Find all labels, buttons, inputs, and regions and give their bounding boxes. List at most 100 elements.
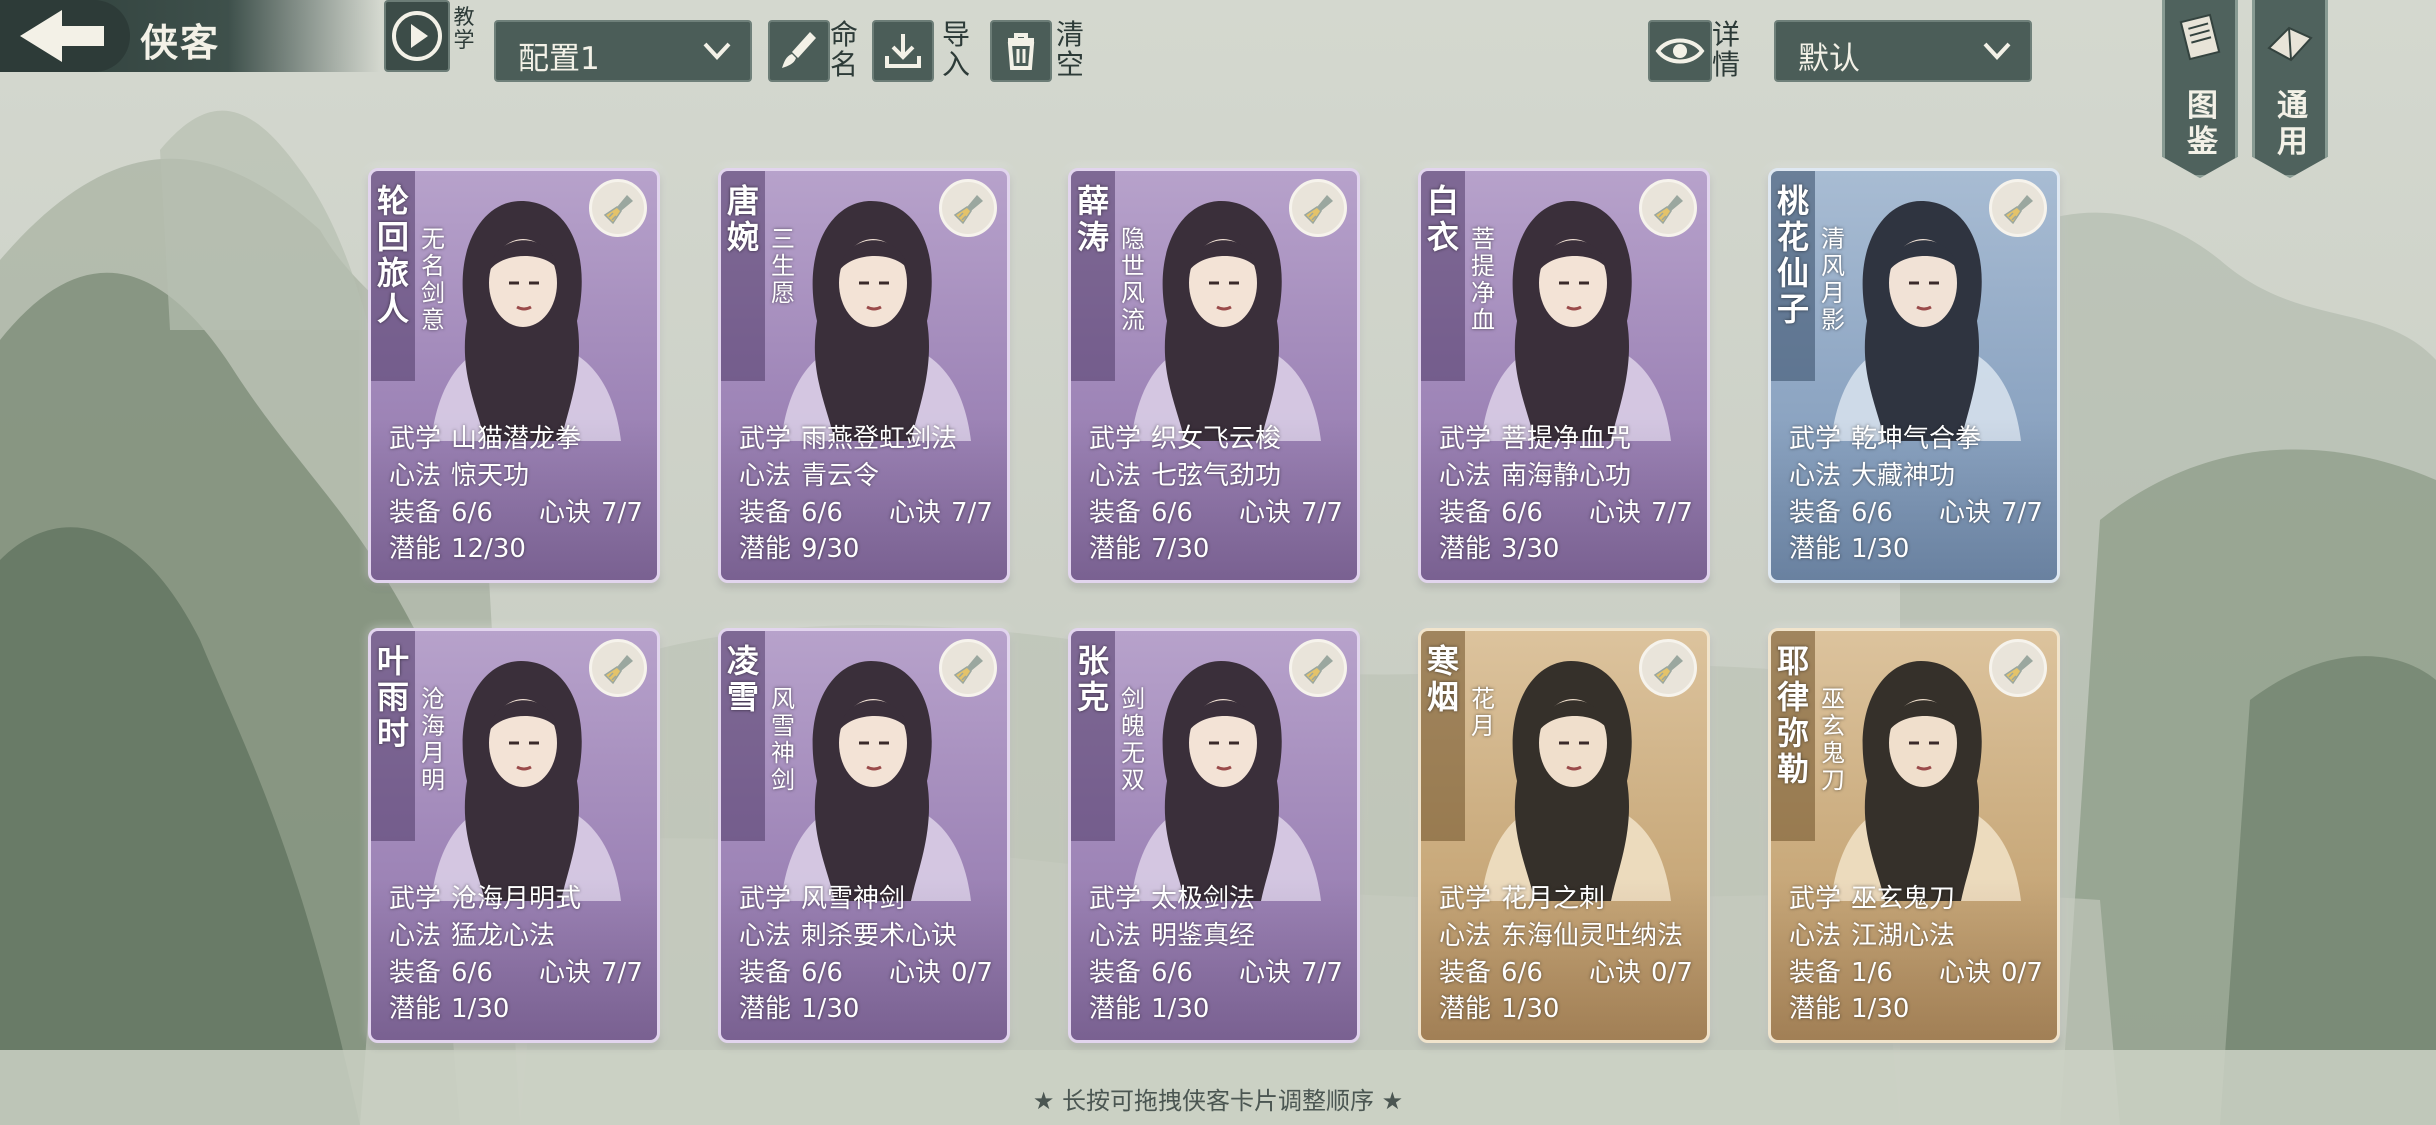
secret-row: 心诀 7/7 [539, 492, 643, 529]
martial-key: 武学 [1789, 884, 1842, 914]
clear-label: 清空 [1055, 18, 1084, 81]
scroll-icon [2179, 13, 2221, 61]
hero-card[interactable]: 唐婉 三生愿 武学 雨燕登虹剑法 心法 青云令 装备 6/6 心诀 7/7 潜能 9/30 [718, 168, 1010, 583]
martial-row: 武学 乾坤气合拳 [1789, 418, 1981, 455]
secret-row: 心诀 7/7 [1939, 492, 2043, 529]
secret-key: 心诀 [1239, 498, 1292, 528]
codex-tab[interactable]: 图鉴 [2162, 0, 2238, 178]
martial-row: 武学 花月之刺 [1439, 878, 1605, 915]
secret-value: 7/7 [1301, 958, 1343, 988]
equip-value: 1/6 [1851, 958, 1893, 988]
back-button[interactable] [0, 0, 130, 72]
equip-row: 装备 6/6 [389, 492, 493, 529]
secret-row: 心诀 0/7 [889, 952, 993, 989]
secret-row: 心诀 7/7 [889, 492, 993, 529]
unequip-button[interactable] [1639, 179, 1697, 237]
martial-key: 武学 [739, 884, 792, 914]
potential-value: 7/30 [1151, 534, 1210, 564]
equip-value: 6/6 [1501, 498, 1543, 528]
detail-button[interactable] [1648, 20, 1712, 82]
equip-row: 装备 6/6 [389, 952, 493, 989]
unequip-button[interactable] [1989, 639, 2047, 697]
martial-row: 武学 山猫潜龙拳 [389, 418, 581, 455]
secret-value: 7/7 [1651, 498, 1693, 528]
martial-value: 沧海月明式 [451, 884, 582, 914]
unequip-button[interactable] [589, 639, 647, 697]
sort-select[interactable]: 默认 [1774, 20, 2032, 82]
broom-icon [603, 195, 633, 225]
martial-row: 武学 织女飞云梭 [1089, 418, 1281, 455]
hero-stats: 武学 织女飞云梭 心法 七弦气劲功 装备 6/6 心诀 7/7 潜能 7/30 [1071, 418, 1357, 580]
hero-stats: 武学 巫玄鬼刀 心法 江湖心法 装备 1/6 心诀 0/7 潜能 1/30 [1771, 878, 2057, 1040]
hero-name: 薛涛 [1076, 182, 1109, 256]
mind-value: 猛龙心法 [451, 921, 556, 951]
mind-value: 明鉴真经 [1151, 921, 1256, 951]
mind-value: 青云令 [801, 461, 880, 491]
martial-row: 武学 风雪神剑 [739, 878, 905, 915]
equip-value: 6/6 [1501, 958, 1543, 988]
hero-card[interactable]: 白衣 菩提净血 武学 菩提净血咒 心法 南海静心功 装备 6/6 心诀 7/7 潜能 3/30 [1418, 168, 1710, 583]
equip-value: 6/6 [1851, 498, 1893, 528]
secret-row: 心诀 7/7 [1239, 952, 1343, 989]
hero-card[interactable]: 叶雨时 沧海月明 武学 沧海月明式 心法 猛龙心法 装备 6/6 心诀 7/7 潜能 1/30 [368, 628, 660, 1043]
hero-stats: 武学 沧海月明式 心法 猛龙心法 装备 6/6 心诀 7/7 潜能 1/30 [371, 878, 657, 1040]
hero-stats: 武学 太极剑法 心法 明鉴真经 装备 6/6 心诀 7/7 潜能 1/30 [1071, 878, 1357, 1040]
book-icon [2267, 26, 2313, 62]
hero-epithet: 菩提净血 [1471, 225, 1495, 334]
mind-row: 心法 江湖心法 [1789, 915, 1955, 952]
rename-button[interactable] [768, 20, 830, 82]
potential-key: 潜能 [1089, 994, 1142, 1024]
martial-value: 花月之刺 [1501, 884, 1606, 914]
martial-row: 武学 菩提净血咒 [1439, 418, 1631, 455]
mind-key: 心法 [389, 921, 442, 951]
potential-value: 1/30 [1851, 994, 1910, 1024]
import-button[interactable] [872, 20, 934, 82]
hero-card[interactable]: 张克 剑魄无双 武学 太极剑法 心法 明鉴真经 装备 6/6 心诀 7/7 潜能 1/30 [1068, 628, 1360, 1043]
clear-button[interactable] [990, 20, 1052, 82]
unequip-button[interactable] [939, 179, 997, 237]
equip-key: 装备 [1789, 958, 1842, 988]
unequip-button[interactable] [939, 639, 997, 697]
broom-icon [1303, 655, 1333, 685]
unequip-button[interactable] [1289, 639, 1347, 697]
hero-name: 白衣 [1426, 182, 1459, 256]
martial-value: 山猫潜龙拳 [451, 424, 582, 454]
general-label: 通用 [2277, 88, 2308, 160]
martial-value: 巫玄鬼刀 [1851, 884, 1956, 914]
hero-name: 唐婉 [726, 182, 759, 256]
hero-card[interactable]: 轮回旅人 无名剑意 武学 山猫潜龙拳 心法 惊天功 装备 6/6 心诀 7/7 潜能 12/30 [368, 168, 660, 583]
hero-stats: 武学 风雪神剑 心法 刺杀要术心诀 装备 6/6 心诀 0/7 潜能 1/30 [721, 878, 1007, 1040]
hero-epithet: 无名剑意 [421, 225, 445, 334]
mind-value: 江湖心法 [1851, 921, 1956, 951]
equip-key: 装备 [389, 958, 442, 988]
potential-key: 潜能 [739, 994, 792, 1024]
broom-icon [2003, 195, 2033, 225]
equip-row: 装备 6/6 [1439, 952, 1543, 989]
mind-key: 心法 [739, 921, 792, 951]
secret-value: 7/7 [601, 498, 643, 528]
unequip-button[interactable] [1289, 179, 1347, 237]
tutorial-label: 教学 [453, 5, 475, 52]
hero-name: 耶律弥勒 [1776, 642, 1809, 788]
general-tab[interactable]: 通用 [2252, 0, 2328, 178]
secret-key: 心诀 [539, 498, 592, 528]
unequip-button[interactable] [589, 179, 647, 237]
equip-key: 装备 [739, 498, 792, 528]
hero-card[interactable]: 凌雪 风雪神剑 武学 风雪神剑 心法 刺杀要术心诀 装备 6/6 心诀 0/7 潜能 1/30 [718, 628, 1010, 1043]
hero-card[interactable]: 寒烟 花月 武学 花月之刺 心法 东海仙灵吐纳法 装备 6/6 心诀 0/7 潜能 1/30 [1418, 628, 1710, 1043]
potential-value: 1/30 [1851, 534, 1910, 564]
equip-value: 6/6 [451, 498, 493, 528]
equip-key: 装备 [739, 958, 792, 988]
potential-key: 潜能 [389, 994, 442, 1024]
unequip-button[interactable] [1639, 639, 1697, 697]
hero-card[interactable]: 耶律弥勒 巫玄鬼刀 武学 巫玄鬼刀 心法 江湖心法 装备 1/6 心诀 0/7 潜能 1/30 [1768, 628, 2060, 1043]
potential-value: 1/30 [801, 994, 860, 1024]
config-select[interactable]: 配置1 [494, 20, 752, 82]
tutorial-button[interactable] [384, 0, 450, 72]
hero-card[interactable]: 薛涛 隐世风流 武学 织女飞云梭 心法 七弦气劲功 装备 6/6 心诀 7/7 潜能 7/30 [1068, 168, 1360, 583]
equip-row: 装备 6/6 [1439, 492, 1543, 529]
hero-name: 桃花仙子 [1776, 182, 1809, 328]
unequip-button[interactable] [1989, 179, 2047, 237]
hero-card[interactable]: 桃花仙子 清风月影 武学 乾坤气合拳 心法 大藏神功 装备 6/6 心诀 7/7 潜能 1/30 [1768, 168, 2060, 583]
potential-row: 潜能 1/30 [1089, 988, 1209, 1025]
